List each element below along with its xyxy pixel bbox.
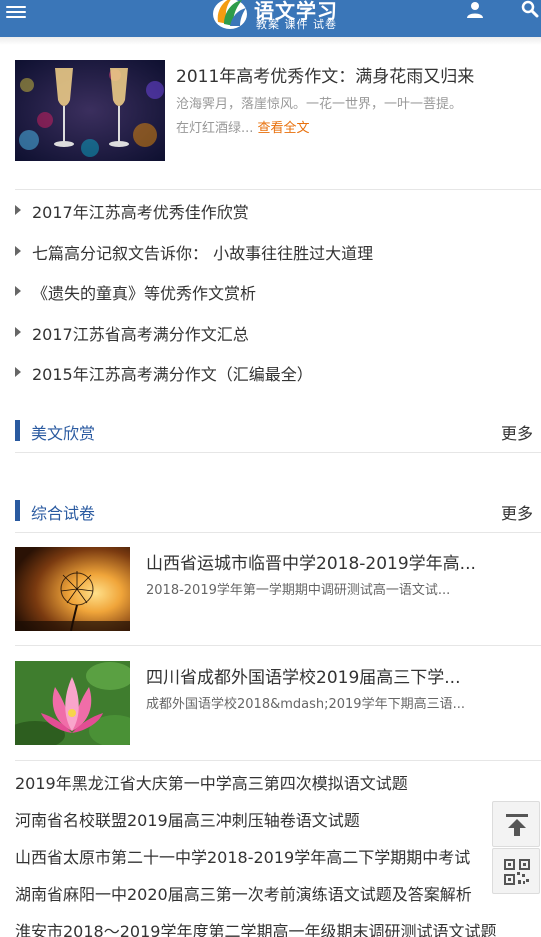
list-item[interactable]: 2017年江苏高考优秀佳作欣赏 [15,196,541,237]
list-item[interactable]: 湖南省麻阳一中2020届高三第一次考前演练语文试题及答案解析 [15,876,541,913]
qr-code-button[interactable] [492,848,540,894]
more-link[interactable]: 更多 [501,420,533,444]
back-to-top-icon [506,814,528,836]
article-link[interactable]: 《遗失的童真》等优秀作文赏析 [32,280,256,304]
featured-article[interactable]: 2011年高考优秀作文：满身花雨又归来 沧海霁月，落崖惊风。一花一世界，一叶一菩… [15,60,541,162]
divider [15,760,541,761]
exam-desc: 成都外国语学校2018&mdash;2019学年下期高三语... [146,697,465,712]
article-list: 2017年江苏高考优秀佳作欣赏 七篇高分记叙文告诉你： 小故事往往胜过大道理 《… [15,196,541,399]
list-item[interactable]: 淮安市2018～2019学年度第二学期高一年级期末调研测试语文试题 [15,913,541,937]
exam-title[interactable]: 山西省运城市临晋中学2018-2019学年高... [146,549,476,574]
article-link[interactable]: 七篇高分记叙文告诉你： 小故事往往胜过大道理 [32,240,373,264]
champagne-glasses-image[interactable] [15,60,165,161]
featured-desc: 沧海霁月，落崖惊风。一花一世界，一叶一菩提。在灯红酒绿... 查看全文 [176,93,466,141]
section-title[interactable]: 综合试卷 [31,500,95,524]
list-item[interactable]: 2019年黑龙江省大庆第一中学高三第四次模拟语文试题 [15,765,541,802]
user-icon[interactable] [466,1,484,19]
list-item[interactable]: 2017江苏省高考满分作文汇总 [15,318,541,359]
list-item[interactable]: 河南省名校联盟2019届高三冲刺压轴卷语文试题 [15,802,541,839]
menu-icon[interactable] [6,3,26,23]
section-bar [15,500,20,521]
caret-right-icon [15,286,21,296]
search-icon[interactable] [521,0,539,18]
divider [15,645,541,646]
article-link[interactable]: 2015年江苏高考满分作文（汇编最全） [32,361,313,385]
list-item[interactable]: 《遗失的童真》等优秀作文赏析 [15,277,541,318]
section-title[interactable]: 美文欣赏 [31,420,95,444]
featured-title[interactable]: 2011年高考优秀作文：满身花雨又归来 [176,62,474,87]
dandelion-sunset-image[interactable] [15,547,130,631]
read-more-link[interactable]: 查看全文 [258,121,310,136]
exam-desc: 2018-2019学年第一学期期中调研测试高一语文试... [146,583,451,598]
exam-item[interactable]: 四川省成都外国语学校2019届高三下学... 成都外国语学校2018&mdash… [15,661,541,751]
top-header: 语文学习 教案 课件 试卷 [0,0,541,37]
exam-item[interactable]: 山西省运城市临晋中学2018-2019学年高... 2018-2019学年第一学… [15,547,541,637]
caret-right-icon [15,367,21,377]
section-header-meiwen: 美文欣赏 更多 [15,417,541,447]
section-header-shijuan: 综合试卷 更多 [15,497,541,527]
caret-right-icon [15,205,21,215]
divider [15,189,541,190]
caret-right-icon [15,326,21,337]
lotus-flower-image[interactable] [15,661,130,745]
divider [15,532,541,533]
featured-desc-text: 沧海霁月，落崖惊风。一花一世界，一叶一菩提。在灯红酒绿... [176,97,463,136]
divider [15,452,541,453]
qr-code-icon [504,859,530,885]
back-to-top-button[interactable] [492,801,540,847]
article-link[interactable]: 2017江苏省高考满分作文汇总 [32,321,249,345]
logo-subtitle: 教案 课件 试卷 [256,18,337,31]
list-item[interactable]: 七篇高分记叙文告诉你： 小故事往往胜过大道理 [15,237,541,278]
article-link[interactable]: 2017年江苏高考优秀佳作欣赏 [32,199,249,223]
list-item[interactable]: 2015年江苏高考满分作文（汇编最全） [15,358,541,399]
exam-list: 2019年黑龙江省大庆第一中学高三第四次模拟语文试题 河南省名校联盟2019届高… [15,765,541,937]
header-shadow [0,37,541,45]
site-logo[interactable]: 语文学习 教案 课件 试卷 [210,0,350,34]
caret-right-icon [15,245,21,256]
list-item[interactable]: 山西省太原市第二十一中学2018-2019学年高二下学期期中考试 [15,839,541,876]
exam-title[interactable]: 四川省成都外国语学校2019届高三下学... [146,663,460,688]
section-bar [15,420,20,441]
more-link[interactable]: 更多 [501,500,533,524]
logo-mark-icon [213,0,247,29]
